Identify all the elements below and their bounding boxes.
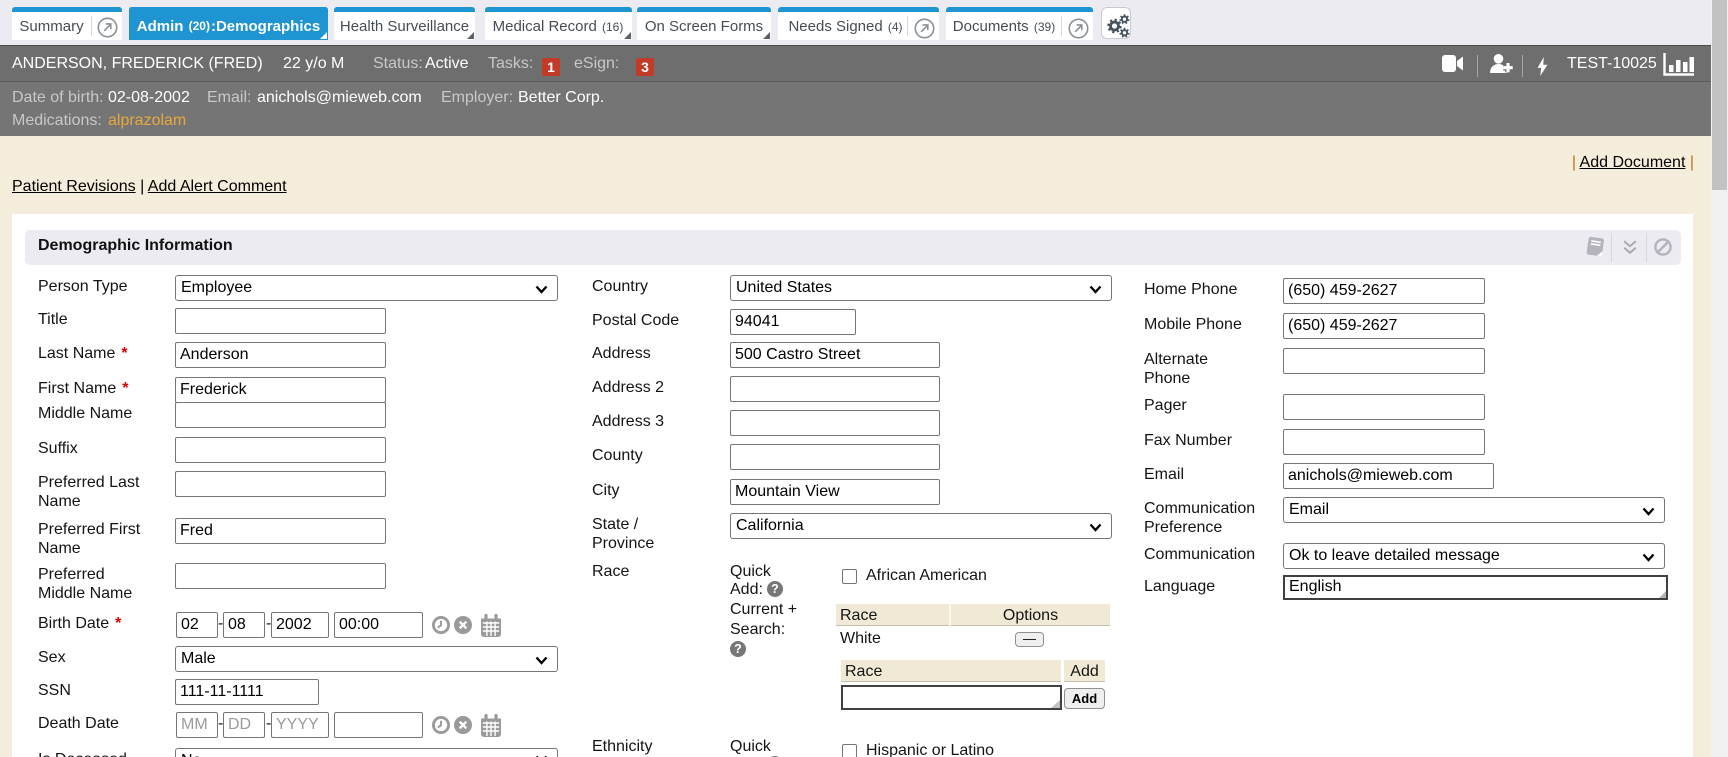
svg-text:?: ? bbox=[772, 582, 780, 596]
svg-text:?: ? bbox=[734, 642, 742, 656]
